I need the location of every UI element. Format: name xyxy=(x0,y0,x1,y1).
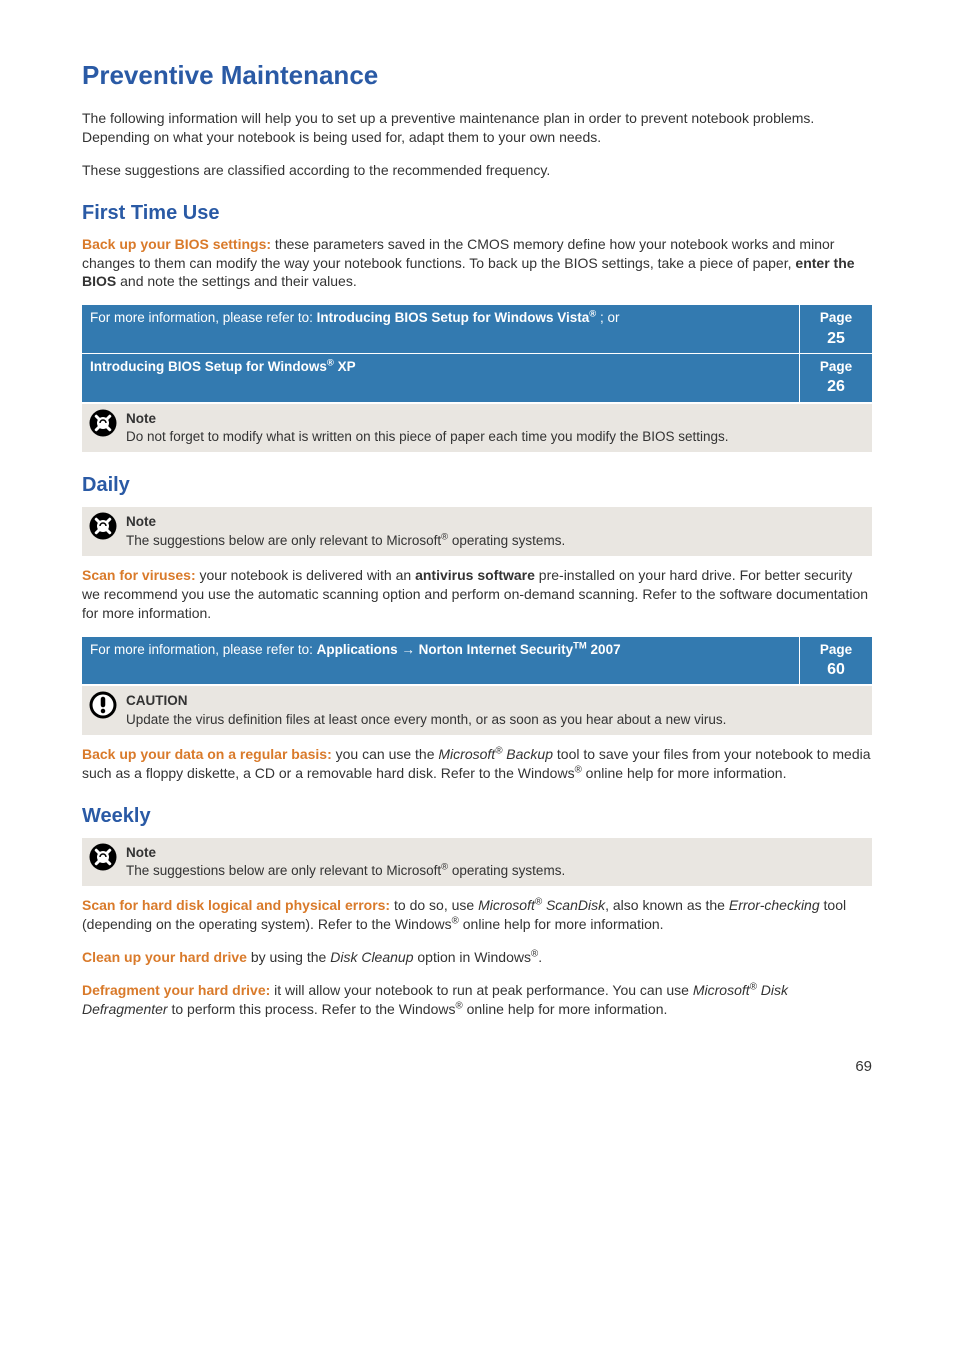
note-icon xyxy=(88,408,118,438)
caution-body: Update the virus definition files at lea… xyxy=(126,712,726,727)
ref-link-bios-vista: Introducing BIOS Setup for Windows Vista… xyxy=(317,310,597,325)
intro-paragraph-1: The following information will help you … xyxy=(82,109,872,147)
page-number-ref: 25 xyxy=(808,328,864,350)
text: your notebook is delivered with an xyxy=(196,567,415,583)
note-heading: Note xyxy=(126,513,866,531)
note-text: Note The suggestions below are only rele… xyxy=(126,842,866,880)
defrag-label: Defragment your hard drive: xyxy=(82,982,270,998)
page-title: Preventive Maintenance xyxy=(82,60,872,91)
text: , also known as the xyxy=(605,897,729,913)
note-text: Note The suggestions below are only rele… xyxy=(126,511,866,549)
table-row: For more information, please refer to: I… xyxy=(82,305,872,353)
note-block: Note The suggestions below are only rele… xyxy=(82,838,872,886)
text: For more information, please refer to: xyxy=(90,642,317,657)
text: online help for more information. xyxy=(582,765,787,781)
page-ref-cell: Page 60 xyxy=(800,637,873,685)
text: to do so, use xyxy=(390,897,478,913)
note-heading: Note xyxy=(126,844,866,862)
note-block: Note The suggestions below are only rele… xyxy=(82,507,872,555)
backup-bios-label: Back up your BIOS settings: xyxy=(82,236,271,252)
caution-block: CAUTION Update the virus definition file… xyxy=(82,686,872,734)
note-icon xyxy=(88,842,118,872)
daily-backup-paragraph: Back up your data on a regular basis: yo… xyxy=(82,745,872,783)
text: by using the xyxy=(247,949,330,965)
page-label: Page xyxy=(808,358,864,376)
note-body: Do not forget to modify what is written … xyxy=(126,429,729,444)
note-text: Note Do not forget to modify what is wri… xyxy=(126,408,866,446)
ref-cell: For more information, please refer to: I… xyxy=(82,305,800,353)
caution-heading: CAUTION xyxy=(126,692,866,710)
note-body: The suggestions below are only relevant … xyxy=(126,863,565,878)
caution-text: CAUTION Update the virus definition file… xyxy=(126,690,866,728)
note-heading: Note xyxy=(126,410,866,428)
cleanup-label: Clean up your hard drive xyxy=(82,949,247,965)
text: and note the settings and their values. xyxy=(116,273,357,289)
backup-data-label: Back up your data on a regular basis: xyxy=(82,746,332,762)
ref-cell: For more information, please refer to: A… xyxy=(82,637,800,685)
text: it will allow your notebook to run at pe… xyxy=(270,982,693,998)
text: For more information, please refer to: xyxy=(90,310,317,325)
note-block: Note Do not forget to modify what is wri… xyxy=(82,404,872,452)
page-number-ref: 60 xyxy=(808,659,864,681)
first-time-backup-paragraph: Back up your BIOS settings: these parame… xyxy=(82,235,872,292)
note-body: The suggestions below are only relevant … xyxy=(126,533,565,548)
ref-link-norton: Norton Internet SecurityTM 2007 xyxy=(419,642,621,657)
page-ref-cell: Page 25 xyxy=(800,305,873,353)
text: option in Windows xyxy=(413,949,531,965)
reference-table-norton: For more information, please refer to: A… xyxy=(82,637,872,685)
scan-viruses-label: Scan for viruses: xyxy=(82,567,196,583)
heading-first-time-use: First Time Use xyxy=(82,202,872,225)
ref-link-bios-xp: Introducing BIOS Setup for Windows® XP xyxy=(90,359,356,374)
text: ; or xyxy=(596,310,619,325)
table-row: Introducing BIOS Setup for Windows® XP P… xyxy=(82,354,872,402)
text: online help for more information. xyxy=(463,1001,668,1017)
text: to perform this process. Refer to the Wi… xyxy=(168,1001,456,1017)
page-content: Preventive Maintenance The following inf… xyxy=(0,0,954,1115)
page-label: Page xyxy=(808,309,864,327)
scan-errors-label: Scan for hard disk logical and physical … xyxy=(82,897,390,913)
weekly-defrag-paragraph: Defragment your hard drive: it will allo… xyxy=(82,981,872,1019)
arrow-icon: → xyxy=(398,642,419,657)
reference-table-bios: For more information, please refer to: I… xyxy=(82,305,872,402)
text: you can use the xyxy=(332,746,439,762)
scandisk-italic: Microsoft® ScanDisk xyxy=(478,897,605,913)
text: online help for more information. xyxy=(459,916,664,932)
microsoft-backup-italic: Microsoft® Backup xyxy=(438,746,553,762)
weekly-cleanup-paragraph: Clean up your hard drive by using the Di… xyxy=(82,948,872,967)
page-ref-cell: Page 26 xyxy=(800,354,873,402)
note-icon xyxy=(88,511,118,541)
heading-weekly: Weekly xyxy=(82,805,872,828)
disk-cleanup-italic: Disk Cleanup xyxy=(330,949,413,965)
page-number: 69 xyxy=(82,1058,872,1075)
antivirus-bold: antivirus software xyxy=(415,567,535,583)
text: . xyxy=(538,949,542,965)
heading-daily: Daily xyxy=(82,474,872,497)
ref-cell: Introducing BIOS Setup for Windows® XP xyxy=(82,354,800,402)
table-row: For more information, please refer to: A… xyxy=(82,637,872,685)
daily-scan-paragraph: Scan for viruses: your notebook is deliv… xyxy=(82,566,872,623)
error-checking-italic: Error-checking xyxy=(729,897,820,913)
weekly-scan-paragraph: Scan for hard disk logical and physical … xyxy=(82,896,872,934)
caution-icon xyxy=(88,690,118,720)
page-number-ref: 26 xyxy=(808,376,864,398)
ref-link-applications: Applications xyxy=(317,642,398,657)
page-label: Page xyxy=(808,641,864,659)
intro-paragraph-2: These suggestions are classified accordi… xyxy=(82,161,872,180)
